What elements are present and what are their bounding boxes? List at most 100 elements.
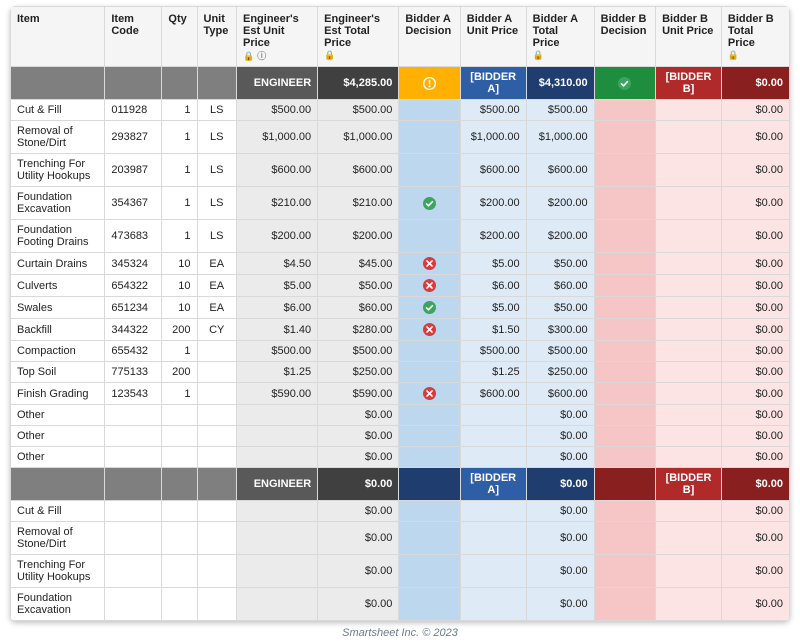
cell-bidder-a-decision[interactable] [399,522,460,555]
cell-bidder-a-decision[interactable] [399,555,460,588]
cell-bidder-a-total-price[interactable]: $0.00 [526,555,594,588]
cell-bidder-a-unit-price[interactable] [460,501,526,522]
cell-eng-unit-price[interactable]: $5.00 [236,275,317,297]
cell-bidder-a-total-price[interactable]: $50.00 [526,253,594,275]
cell-qty[interactable]: 1 [162,121,197,154]
cell-bidder-a-decision[interactable] [399,100,460,121]
cell-bidder-a-decision[interactable] [399,275,460,297]
cell-eng-total-price[interactable]: $210.00 [318,187,399,220]
cell-eng-total-price[interactable]: $0.00 [318,426,399,447]
cell-bidder-a-unit-price[interactable] [460,555,526,588]
cell-unit[interactable] [197,522,236,555]
cell-bidder-a-decision[interactable] [399,362,460,383]
cell-bidder-b-unit-price[interactable] [656,341,722,362]
cell-unit[interactable]: EA [197,253,236,275]
cell-bidder-a-total-price[interactable]: $500.00 [526,341,594,362]
cell-item[interactable]: Cut & Fill [11,501,105,522]
cell-item[interactable]: Finish Grading [11,383,105,405]
cell-bidder-b-total-price[interactable]: $0.00 [721,297,789,319]
cell-qty[interactable]: 1 [162,187,197,220]
cell-bidder-a-total-price[interactable]: $0.00 [526,426,594,447]
cell-bidder-a-decision[interactable] [399,341,460,362]
cell-bidder-a-decision[interactable] [399,187,460,220]
cell-bidder-b-unit-price[interactable] [656,555,722,588]
cell-bidder-b-decision[interactable] [594,426,655,447]
cell-item[interactable]: Foundation Footing Drains [11,220,105,253]
cell-bidder-b-total-price[interactable]: $0.00 [721,588,789,621]
table-row[interactable]: Other$0.00$0.00$0.00 [11,426,790,447]
cell-bidder-a-unit-price[interactable]: $200.00 [460,220,526,253]
table-row[interactable]: Culverts65432210EA$5.00$50.00$6.00$60.00… [11,275,790,297]
cell-code[interactable]: 775133 [105,362,162,383]
cell-bidder-b-unit-price[interactable] [656,121,722,154]
cell-bidder-b-decision[interactable] [594,588,655,621]
cell-code[interactable]: 011928 [105,100,162,121]
cell-bidder-b-total-price[interactable]: $0.00 [721,121,789,154]
cell-bidder-a-unit-price[interactable]: $200.00 [460,187,526,220]
table-row[interactable]: Curtain Drains34532410EA$4.50$45.00$5.00… [11,253,790,275]
table-row[interactable]: Trenching For Utility Hookups$0.00$0.00$… [11,555,790,588]
cell-bidder-b-total-price[interactable]: $0.00 [721,341,789,362]
cell-bidder-b-decision[interactable] [594,501,655,522]
table-row[interactable]: Top Soil775133200$1.25$250.00$1.25$250.0… [11,362,790,383]
cell-item[interactable]: Foundation Excavation [11,588,105,621]
cell-item[interactable]: Curtain Drains [11,253,105,275]
cell-bidder-b-unit-price[interactable] [656,501,722,522]
cell-eng-total-price[interactable]: $0.00 [318,405,399,426]
cell-bidder-a-decision[interactable] [399,154,460,187]
cell-bidder-b-decision[interactable] [594,220,655,253]
cell-eng-unit-price[interactable]: $500.00 [236,100,317,121]
cell-bidder-a-unit-price[interactable]: $600.00 [460,154,526,187]
cell-qty[interactable]: 1 [162,341,197,362]
cell-qty[interactable]: 1 [162,154,197,187]
cell-qty[interactable]: 10 [162,297,197,319]
cell-bidder-a-unit-price[interactable] [460,426,526,447]
cell-item[interactable]: Top Soil [11,362,105,383]
cell-eng-total-price[interactable]: $500.00 [318,100,399,121]
cell-code[interactable]: 655432 [105,341,162,362]
cell-qty[interactable] [162,447,197,468]
cell-bidder-a-unit-price[interactable] [460,405,526,426]
cell-bidder-b-total-price[interactable]: $0.00 [721,501,789,522]
cell-bidder-b-decision[interactable] [594,154,655,187]
cell-bidder-a-decision[interactable] [399,501,460,522]
cell-unit[interactable] [197,555,236,588]
cell-bidder-a-total-price[interactable]: $200.00 [526,187,594,220]
cell-bidder-b-decision[interactable] [594,405,655,426]
cell-qty[interactable]: 1 [162,220,197,253]
table-row[interactable]: Other$0.00$0.00$0.00 [11,405,790,426]
cell-bidder-a-total-price[interactable]: $300.00 [526,319,594,341]
cell-eng-unit-price[interactable]: $1.25 [236,362,317,383]
cell-qty[interactable] [162,501,197,522]
cell-bidder-b-unit-price[interactable] [656,426,722,447]
cell-bidder-a-unit-price[interactable]: $6.00 [460,275,526,297]
cell-bidder-a-total-price[interactable]: $600.00 [526,154,594,187]
cell-bidder-b-decision[interactable] [594,100,655,121]
cell-item[interactable]: Removal of Stone/Dirt [11,121,105,154]
cell-bidder-a-decision[interactable] [399,383,460,405]
cell-eng-total-price[interactable]: $0.00 [318,522,399,555]
cell-bidder-a-total-price[interactable]: $600.00 [526,383,594,405]
cell-bidder-a-unit-price[interactable]: $1.25 [460,362,526,383]
cell-eng-unit-price[interactable] [236,405,317,426]
col-bidder-b-total-price[interactable]: Bidder B Total Price🔒 [721,7,789,67]
cell-eng-total-price[interactable]: $60.00 [318,297,399,319]
cell-eng-total-price[interactable]: $200.00 [318,220,399,253]
cell-eng-unit-price[interactable]: $210.00 [236,187,317,220]
cell-bidder-a-unit-price[interactable]: $500.00 [460,100,526,121]
cell-item[interactable]: Trenching For Utility Hookups [11,154,105,187]
cell-bidder-a-decision[interactable] [399,426,460,447]
cell-eng-total-price[interactable]: $280.00 [318,319,399,341]
cell-eng-unit-price[interactable]: $4.50 [236,253,317,275]
cell-eng-unit-price[interactable] [236,555,317,588]
cell-eng-total-price[interactable]: $600.00 [318,154,399,187]
cell-bidder-b-total-price[interactable]: $0.00 [721,154,789,187]
cell-bidder-a-total-price[interactable]: $0.00 [526,447,594,468]
cell-bidder-a-decision[interactable] [399,447,460,468]
cell-bidder-b-decision[interactable] [594,297,655,319]
col-bidder-a-total-price[interactable]: Bidder A Total Price🔒 [526,7,594,67]
col-bidder-a-unit-price[interactable]: Bidder A Unit Price [460,7,526,67]
cell-unit[interactable]: LS [197,220,236,253]
cell-bidder-a-decision[interactable] [399,588,460,621]
table-row[interactable]: Removal of Stone/Dirt2938271LS$1,000.00$… [11,121,790,154]
